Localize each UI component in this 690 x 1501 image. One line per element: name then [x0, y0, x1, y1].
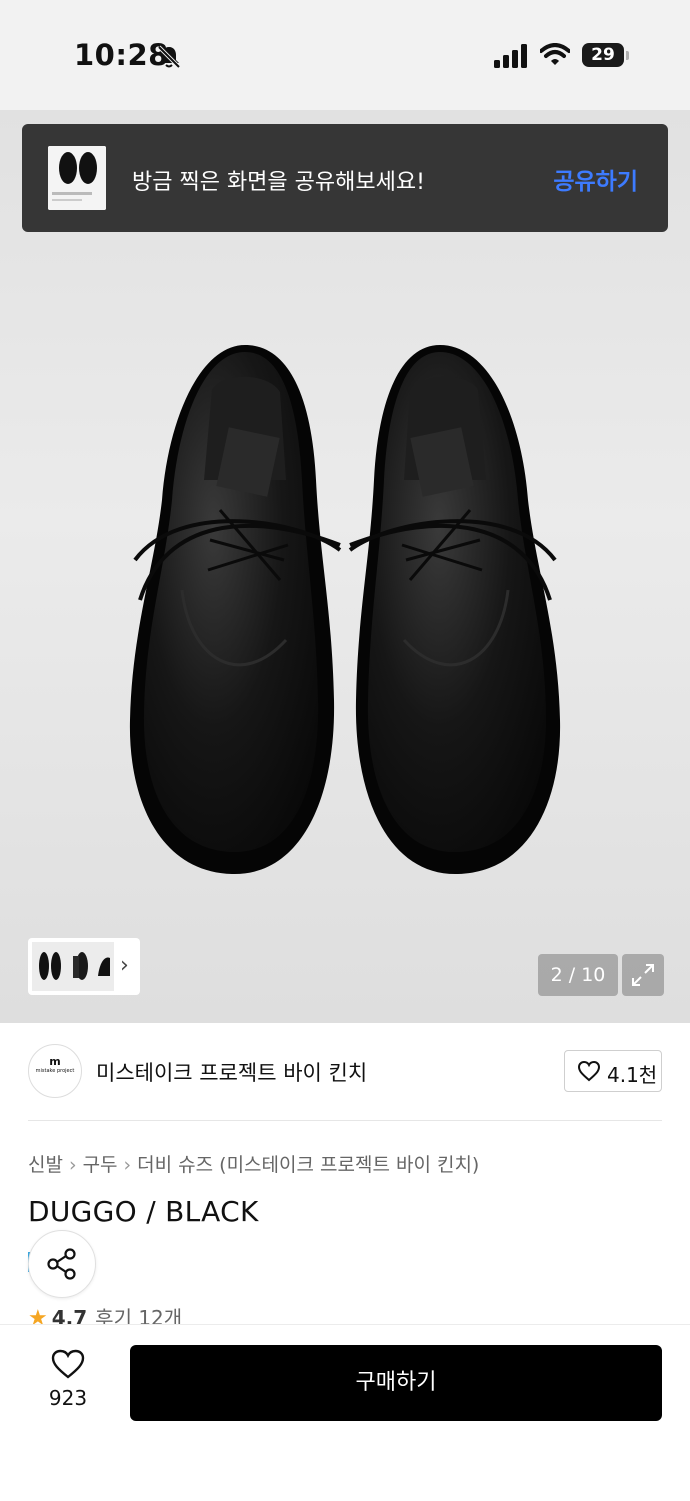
- share-button[interactable]: [28, 1230, 96, 1298]
- expand-icon: [632, 964, 654, 986]
- share-now-button[interactable]: 공유하기: [553, 162, 638, 196]
- divider: [28, 1120, 662, 1121]
- share-toast: 방금 찍은 화면을 공유해보세요! 공유하기: [22, 124, 668, 232]
- bell-muted-icon: [157, 45, 181, 69]
- brand-like-count: 4.1천: [607, 1063, 658, 1087]
- breadcrumb: 신발 › 구두 › 더비 슈즈 (미스테이크 프로젝트 바이 킨치): [28, 1150, 479, 1177]
- status-bar: 10:28 29: [0, 0, 690, 110]
- share-icon: [47, 1248, 76, 1280]
- breadcrumb-item[interactable]: 구두: [83, 1154, 118, 1176]
- breadcrumb-item[interactable]: 신발: [28, 1154, 63, 1176]
- product-title: DUGGO / BLACK: [28, 1195, 259, 1228]
- brand-name[interactable]: 미스테이크 프로젝트 바이 킨치: [96, 1057, 367, 1087]
- chevron-right-icon: ›: [68, 1154, 77, 1176]
- breadcrumb-item[interactable]: 더비 슈즈 (미스테이크 프로젝트 바이 킨치): [137, 1154, 479, 1176]
- brand-logo-mark: m: [49, 1055, 61, 1068]
- status-time: 10:28: [74, 38, 169, 72]
- battery-level: 29: [582, 43, 624, 67]
- image-counter: 2 / 10: [538, 954, 618, 996]
- heart-icon: [577, 1060, 601, 1082]
- thumbnail-images: [32, 942, 114, 991]
- screenshot-thumbnail[interactable]: [48, 146, 106, 210]
- buy-button[interactable]: 구매하기: [130, 1345, 662, 1421]
- toast-message: 방금 찍은 화면을 공유해보세요!: [132, 170, 425, 195]
- brand-like-button[interactable]: 4.1천: [564, 1050, 662, 1092]
- expand-button[interactable]: [622, 954, 664, 996]
- shoes-photo: [129, 345, 561, 875]
- thumbnail-strip[interactable]: ›: [28, 938, 140, 995]
- brand-logo-text: mistake project: [35, 1068, 75, 1074]
- chevron-right-icon: ›: [123, 1154, 132, 1176]
- chevron-right-icon: ›: [120, 953, 129, 978]
- wishlist-count: 923: [48, 1386, 88, 1410]
- product-image[interactable]: [0, 110, 690, 1023]
- brand-logo[interactable]: m mistake project: [28, 1044, 82, 1098]
- heart-icon: [51, 1349, 85, 1379]
- wifi-icon: [540, 43, 570, 65]
- signal-icon: [494, 44, 527, 68]
- wishlist-button[interactable]: 923: [30, 1348, 106, 1418]
- battery-icon: 29: [582, 43, 630, 69]
